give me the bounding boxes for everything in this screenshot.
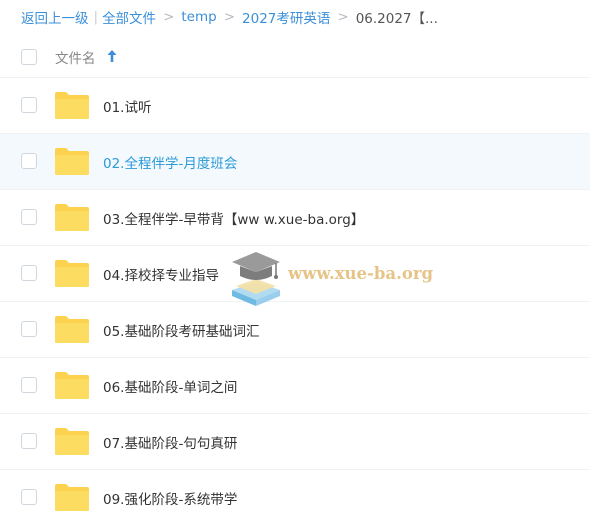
file-row[interactable]: 07.基础阶段-句句真研 [0, 414, 590, 470]
file-name[interactable]: 01.试听 [103, 96, 151, 116]
file-row[interactable]: 06.基础阶段-单词之间 [0, 358, 590, 414]
row-checkbox[interactable] [21, 265, 37, 281]
file-name[interactable]: 02.全程伴学-月度班会 [103, 152, 237, 172]
breadcrumb-back-link[interactable]: 返回上一级 [21, 7, 89, 27]
file-name[interactable]: 09.强化阶段-系统带学 [103, 488, 237, 508]
file-name[interactable]: 04.择校择专业指导 [103, 264, 219, 284]
row-checkbox[interactable] [21, 433, 37, 449]
breadcrumb-temp[interactable]: temp [181, 9, 216, 25]
breadcrumb: 返回上一级 | 全部文件 > temp > 2027考研英语 > 06.2027… [21, 7, 581, 27]
file-name[interactable]: 03.全程伴学-早带背【ww w.xue-ba.org】 [103, 208, 364, 228]
row-checkbox[interactable] [21, 97, 37, 113]
folder-icon [55, 428, 89, 455]
file-name[interactable]: 07.基础阶段-句句真研 [103, 432, 237, 452]
select-all-checkbox[interactable] [21, 49, 37, 65]
folder-icon [55, 372, 89, 399]
row-checkbox[interactable] [21, 377, 37, 393]
file-name[interactable]: 05.基础阶段考研基础词汇 [103, 320, 259, 340]
breadcrumb-all-files[interactable]: 全部文件 [102, 7, 156, 27]
row-checkbox[interactable] [21, 321, 37, 337]
breadcrumb-english[interactable]: 2027考研英语 [242, 7, 330, 27]
row-checkbox[interactable] [21, 153, 37, 169]
chevron-right-icon: > [223, 9, 236, 25]
file-row[interactable]: 02.全程伴学-月度班会 [0, 134, 590, 190]
folder-icon [55, 92, 89, 119]
file-name[interactable]: 06.基础阶段-单词之间 [103, 376, 237, 396]
file-row[interactable]: 05.基础阶段考研基础词汇 [0, 302, 590, 358]
row-checkbox[interactable] [21, 209, 37, 225]
sort-ascending-icon[interactable] [106, 48, 118, 64]
folder-icon [55, 204, 89, 231]
folder-icon [55, 316, 89, 343]
chevron-right-icon: > [337, 9, 349, 25]
file-row[interactable]: 01.试听 [0, 78, 590, 134]
folder-icon [55, 260, 89, 287]
chevron-right-icon: > [163, 9, 175, 25]
folder-icon [55, 484, 89, 511]
row-checkbox[interactable] [21, 489, 37, 505]
folder-icon [55, 148, 89, 175]
breadcrumb-divider: | [93, 9, 99, 25]
breadcrumb-current: 06.2027【... [355, 11, 438, 27]
column-header-name[interactable]: 文件名 [55, 47, 96, 67]
file-row[interactable]: 03.全程伴学-早带背【ww w.xue-ba.org】 [0, 190, 590, 246]
file-row[interactable]: 09.强化阶段-系统带学 [0, 470, 590, 518]
file-list-header: 文件名 [0, 37, 590, 78]
file-row[interactable]: 04.择校择专业指导 [0, 246, 590, 302]
